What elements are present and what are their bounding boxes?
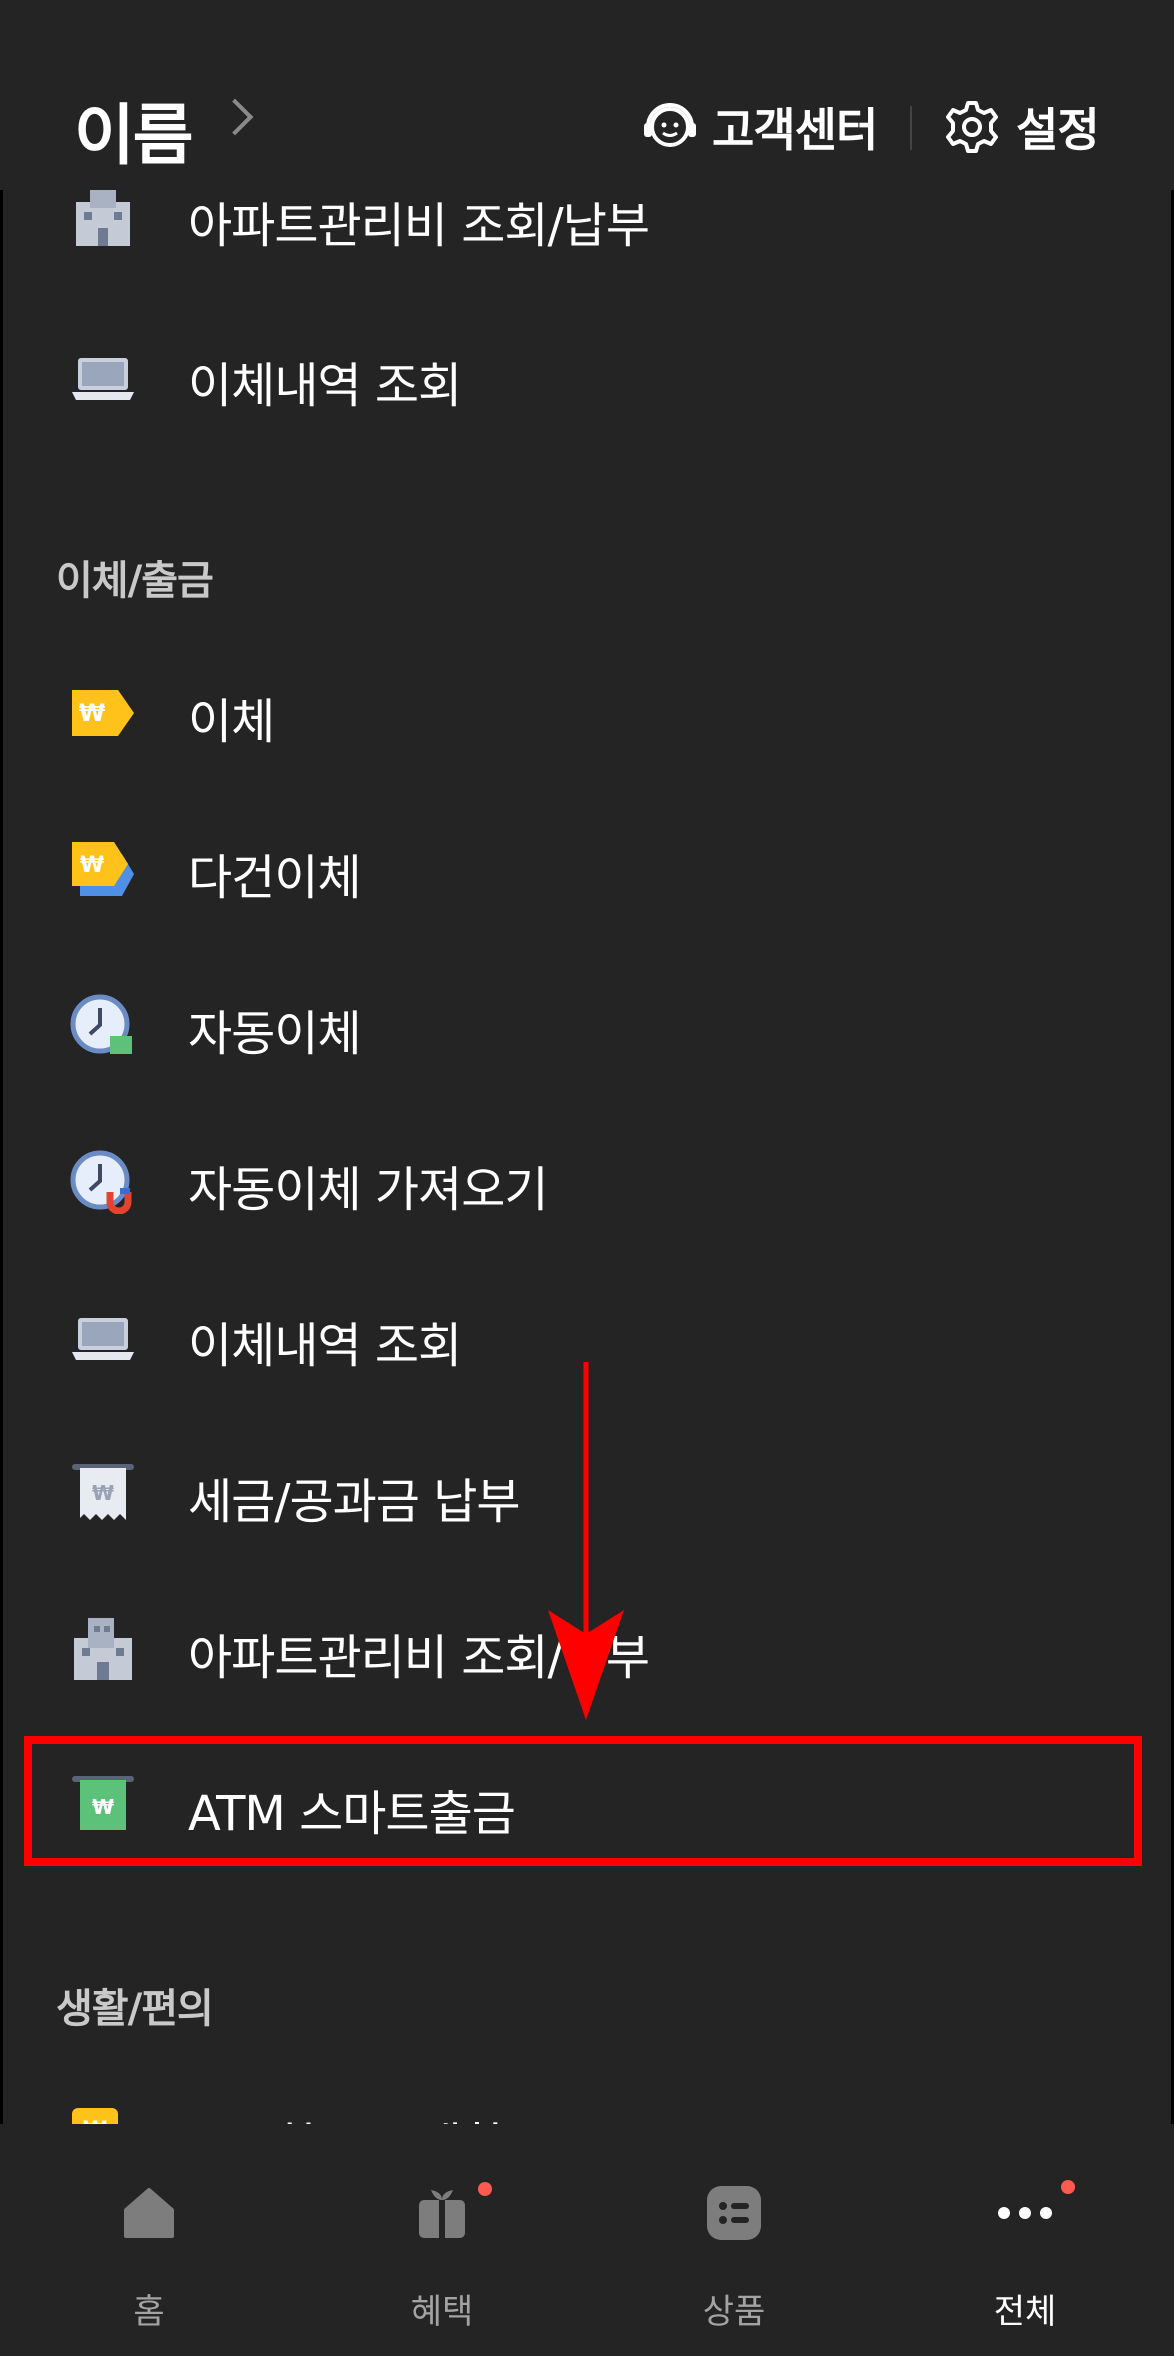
nav-benefits[interactable]: 혜택 (342, 2182, 542, 2344)
header-divider (910, 106, 912, 150)
menu-item-transfer-history[interactable]: 이체내역 조회 (0, 1260, 1174, 1410)
menu-item-apartment-fee[interactable]: 아파트관리비 조회/납부 (0, 1572, 1174, 1722)
menu-item-label: 이체내역 조회 (188, 358, 462, 414)
clock-icon (70, 994, 132, 1054)
nav-label: 상품 (702, 2292, 766, 2332)
customer-center-button[interactable]: 고객센터 (640, 94, 878, 160)
more-icon (998, 2207, 1052, 2219)
apartment-building-icon (74, 1618, 132, 1680)
list-icon (707, 2186, 761, 2240)
menu-item-label: 아파트관리비 조회/납부 (188, 198, 650, 254)
multi-won-tag-icon: ₩ (72, 842, 134, 896)
menu-item-auto-transfer[interactable]: 자동이체 (0, 948, 1174, 1098)
laptop-icon (72, 1318, 134, 1360)
menu-item-transfer-history-top[interactable]: 이체내역 조회 (0, 300, 1174, 450)
gift-icon (419, 2190, 465, 2238)
gear-icon (946, 101, 998, 153)
header: 이름 고객센터 설정 (0, 0, 1174, 190)
section-title-transfer: 이체/출금 (56, 558, 214, 604)
profile-name[interactable]: 이름 (74, 82, 193, 178)
menu-item-label: 다건이체 (188, 850, 362, 906)
won-tag-icon: ₩ (72, 690, 134, 736)
settings-label: 설정 (1016, 103, 1100, 157)
menu-item-label: 아파트관리비 조회/납부 (188, 1630, 650, 1686)
menu-item-label: 자동이체 (188, 1006, 362, 1062)
apartment-building-icon (76, 188, 130, 246)
menu-item-label: 이체 (188, 694, 275, 750)
highlight-box (24, 1736, 1142, 1866)
menu-item-tax-payment[interactable]: ₩ 세금/공과금 납부 (0, 1416, 1174, 1566)
section-title-lifestyle: 생활/편의 (56, 1986, 214, 2032)
menu-item-label: 자동이체 가져오기 (188, 1162, 549, 1218)
receipt-icon: ₩ (72, 1464, 134, 1520)
all-badge (1061, 2180, 1075, 2194)
laptop-icon (72, 358, 134, 400)
nav-home[interactable]: 홈 (49, 2184, 249, 2344)
bottom-nav: 홈 혜택 상품 전체 (0, 2124, 1174, 2356)
menu-item-bulk-transfer[interactable]: ₩ 다건이체 (0, 792, 1174, 942)
nav-products[interactable]: 상품 (634, 2184, 834, 2344)
home-icon (124, 2188, 174, 2238)
benefits-badge (478, 2182, 492, 2196)
svg-text:₩: ₩ (80, 853, 104, 878)
headset-icon (644, 103, 696, 147)
menu-item-label: 이체내역 조회 (188, 1318, 462, 1374)
clock-magnet-icon (70, 1150, 132, 1214)
customer-center-label: 고객센터 (712, 103, 878, 157)
nav-label: 전체 (993, 2292, 1057, 2332)
nav-label: 홈 (133, 2292, 165, 2332)
svg-text:₩: ₩ (92, 1481, 114, 1505)
menu-item-auto-transfer-import[interactable]: 자동이체 가져오기 (0, 1104, 1174, 1254)
menu-item-transfer[interactable]: ₩ 이체 (0, 636, 1174, 786)
nav-all[interactable]: 전체 (925, 2180, 1125, 2344)
chevron-right-icon[interactable] (216, 98, 254, 136)
svg-text:₩: ₩ (79, 699, 106, 727)
settings-button[interactable]: 설정 (944, 94, 1100, 160)
nav-label: 혜택 (410, 2292, 474, 2332)
menu-item-label: 세금/공과금 납부 (188, 1474, 521, 1530)
